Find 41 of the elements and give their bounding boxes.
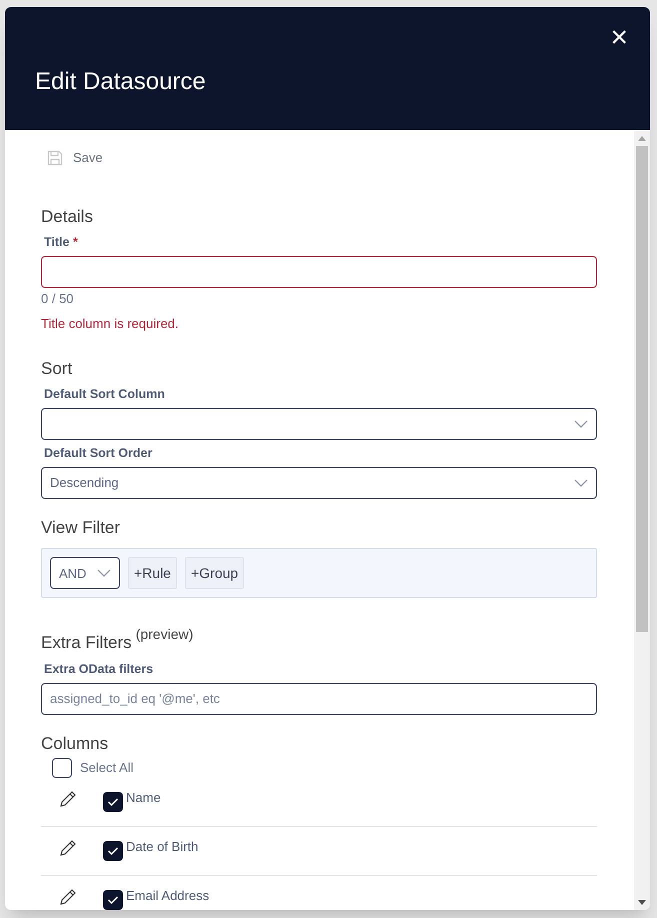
- field-label: Extra OData filters: [44, 660, 154, 678]
- checkmark-icon: [107, 797, 119, 807]
- checkmark-icon: [107, 895, 119, 905]
- column-label: Name: [126, 789, 161, 807]
- checkbox[interactable]: [103, 890, 123, 910]
- preview-note: (preview): [136, 625, 194, 644]
- column-label: Date of Birth: [126, 838, 198, 856]
- pencil-icon[interactable]: [58, 789, 78, 809]
- checkbox[interactable]: [52, 758, 72, 778]
- section-heading: View Filter: [41, 516, 122, 539]
- checkbox[interactable]: [103, 792, 123, 812]
- column-label: Email Address: [126, 887, 210, 905]
- section-heading: Sort: [41, 358, 74, 380]
- sort-column-select[interactable]: [41, 408, 597, 440]
- checkbox[interactable]: [103, 841, 123, 861]
- checkbox-label: Select All: [80, 759, 134, 778]
- sort-order-select[interactable]: Descending: [41, 466, 597, 499]
- scrollbar-thumb[interactable]: [636, 146, 648, 632]
- section-heading: Columns: [41, 732, 110, 754]
- field-label: Title *: [44, 234, 79, 251]
- error-message: Title column is required.: [41, 315, 180, 334]
- chevron-down-icon: [574, 478, 588, 487]
- chevron-down-icon: [97, 569, 111, 578]
- dialog-title: Edit Datasource: [35, 67, 206, 97]
- field-label: Default Sort Column: [44, 386, 166, 404]
- add-button[interactable]: +Rule: [128, 557, 177, 590]
- pencil-icon[interactable]: [58, 838, 78, 858]
- section-heading: Details: [41, 206, 94, 228]
- field-label: Default Sort Order: [44, 445, 154, 462]
- add-button[interactable]: +Group: [184, 557, 244, 590]
- operator-select[interactable]: AND: [50, 557, 120, 590]
- scrollbar[interactable]: [634, 130, 650, 910]
- checkmark-icon: [107, 846, 119, 856]
- chevron-down-icon: [574, 420, 588, 428]
- close-button[interactable]: ×: [610, 23, 628, 53]
- section-heading: Extra Filters: [41, 632, 132, 654]
- scroll-down-icon[interactable]: [638, 900, 646, 904]
- filter-input[interactable]: assigned_to_id eq '@me', etc: [41, 682, 597, 714]
- title-input[interactable]: [41, 256, 597, 288]
- pencil-icon[interactable]: [58, 887, 78, 907]
- character-counter: 0 / 50: [41, 290, 75, 308]
